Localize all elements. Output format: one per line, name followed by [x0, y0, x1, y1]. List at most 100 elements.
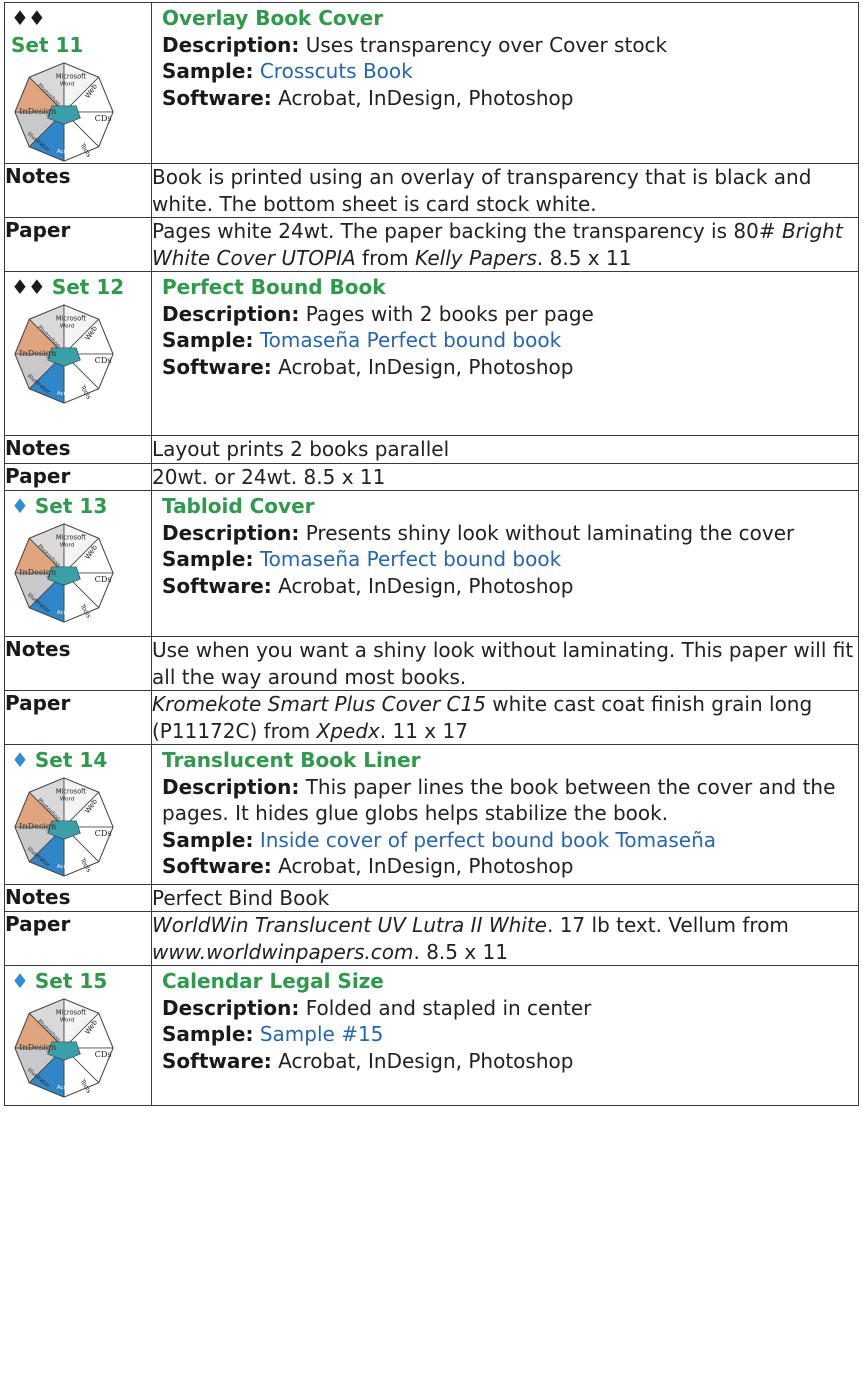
- sample-label: Sample:: [162, 59, 254, 83]
- set-row: ♦ Set 14 Translucent Book Liner Descript…: [4, 744, 859, 885]
- set-number: Set 15: [34, 969, 108, 993]
- priority-diamonds: ♦♦: [11, 6, 46, 30]
- software-line: Software: Acrobat, InDesign, Photoshop: [162, 354, 850, 381]
- notes-text: Use when you want a shiny look without l…: [151, 636, 859, 691]
- set-number: Set 11: [11, 33, 84, 57]
- notes-row: Notes Book is printed using an overlay o…: [4, 163, 859, 218]
- description-text: Folded and stapled in center: [305, 995, 592, 1020]
- software-label: Software:: [162, 1048, 272, 1073]
- paper-text-part: . 8.5 x 11: [536, 245, 632, 270]
- paper-label: Paper: [4, 217, 152, 272]
- software-wheel-icon: [14, 62, 114, 162]
- software-label: Software:: [162, 85, 272, 110]
- set-number: Set 14: [34, 748, 108, 772]
- sample-label: Sample:: [162, 328, 254, 352]
- set-title: Overlay Book Cover: [162, 6, 384, 30]
- description-text: Uses transparency over Cover stock: [305, 32, 668, 57]
- priority-diamonds: ♦: [11, 969, 29, 993]
- software-line: Software: Acrobat, InDesign, Photoshop: [162, 573, 850, 600]
- sample-label: Sample:: [162, 827, 254, 852]
- paper-label: Paper: [4, 690, 152, 745]
- description-line: Description: Uses transparency over Cove…: [162, 32, 850, 59]
- software-wheel-icon: [14, 523, 114, 623]
- set-heading: ♦ Set 14: [11, 747, 151, 774]
- description-line: Description: This paper lines the book b…: [162, 774, 850, 827]
- software-text: Acrobat, InDesign, Photoshop: [278, 854, 574, 878]
- paper-name: WorldWin Translucent UV Lutra II White: [152, 913, 547, 937]
- set-number: Set 13: [34, 494, 108, 518]
- paper-text-part: from: [355, 245, 415, 270]
- set-info-cell: Overlay Book Cover Description: Uses tra…: [151, 2, 859, 164]
- software-wheel-icon: [14, 998, 114, 1098]
- paper-name: Kromekote Smart Plus Cover C15: [152, 692, 486, 716]
- software-text: Acrobat, InDesign, Photoshop: [278, 1048, 574, 1073]
- paper-text: Kromekote Smart Plus Cover C15 white cas…: [151, 690, 859, 745]
- software-line: Software: Acrobat, InDesign, Photoshop: [162, 1048, 850, 1075]
- paper-row: Paper Kromekote Smart Plus Cover C15 whi…: [4, 690, 859, 745]
- sample-link[interactable]: Sample #15: [260, 1022, 384, 1046]
- set-title: Tabloid Cover: [162, 494, 315, 518]
- description-label: Description:: [162, 774, 300, 799]
- sample-line: Sample: Sample #15: [162, 1021, 850, 1048]
- priority-diamonds: ♦: [11, 748, 29, 772]
- notes-label: Notes: [4, 883, 152, 912]
- notes-row: Notes Use when you want a shiny look wit…: [4, 636, 859, 691]
- software-wheel-icon: [14, 304, 114, 404]
- set-title: Translucent Book Liner: [162, 748, 421, 772]
- paper-row: Paper Pages white 24wt. The paper backin…: [4, 217, 859, 272]
- set-heading: ♦ Set 13: [11, 493, 151, 520]
- set-label-cell: ♦♦ Set 11: [4, 2, 152, 164]
- set-label-cell: ♦ Set 13: [4, 490, 152, 637]
- sample-link[interactable]: Tomaseña Perfect bound book: [260, 328, 561, 352]
- sample-label: Sample:: [162, 1022, 254, 1046]
- set-title: Perfect Bound Book: [162, 275, 386, 299]
- set-label-cell: ♦ Set 15: [4, 965, 152, 1106]
- paper-text: 20wt. or 24wt. 8.5 x 11: [151, 462, 859, 491]
- description-line: Description: Folded and stapled in cente…: [162, 995, 850, 1022]
- set-heading: ♦ Set 15: [11, 968, 151, 995]
- priority-diamonds: ♦: [11, 494, 29, 518]
- set-label-cell: ♦ Set 14: [4, 744, 152, 885]
- description-label: Description:: [162, 301, 300, 326]
- description-line: Description: Pages with 2 books per page: [162, 301, 850, 328]
- set-info-cell: Translucent Book Liner Description: This…: [151, 744, 859, 885]
- software-text: Acrobat, InDesign, Photoshop: [278, 354, 574, 379]
- notes-row: Notes Perfect Bind Book: [4, 883, 859, 912]
- software-label: Software:: [162, 854, 272, 878]
- software-label: Software:: [162, 573, 272, 598]
- sample-link[interactable]: Tomaseña Perfect bound book: [260, 547, 561, 571]
- paper-label: Paper: [4, 911, 152, 966]
- description-label: Description:: [162, 995, 300, 1020]
- sample-link[interactable]: Crosscuts Book: [260, 59, 413, 83]
- sample-line: Sample: Tomaseña Perfect bound book: [162, 546, 850, 573]
- set-title: Calendar Legal Size: [162, 969, 384, 993]
- software-text: Acrobat, InDesign, Photoshop: [278, 85, 574, 110]
- software-text: Acrobat, InDesign, Photoshop: [278, 573, 574, 598]
- set-row: ♦ Set 13 Tabloid Cover Description: Pres…: [4, 490, 859, 637]
- notes-text: Book is printed using an overlay of tran…: [151, 163, 859, 218]
- sample-line: Sample: Crosscuts Book: [162, 58, 850, 85]
- software-label: Software:: [162, 354, 272, 379]
- paper-row: Paper 20wt. or 24wt. 8.5 x 11: [4, 462, 859, 491]
- set-info-cell: Perfect Bound Book Description: Pages wi…: [151, 271, 859, 436]
- notes-text: Perfect Bind Book: [151, 883, 859, 912]
- paper-row: Paper WorldWin Translucent UV Lutra II W…: [4, 911, 859, 966]
- description-text: Presents shiny look without laminating t…: [305, 520, 795, 545]
- paper-text: WorldWin Translucent UV Lutra II White. …: [151, 911, 859, 966]
- paper-supplier: Kelly Papers: [414, 245, 537, 270]
- set-heading: ♦♦ Set 12: [11, 274, 151, 301]
- paper-text-part: . 11 x 17: [379, 718, 468, 743]
- set-label-cell: ♦♦ Set 12: [4, 271, 152, 436]
- set-number: Set 12: [51, 275, 125, 299]
- description-line: Description: Presents shiny look without…: [162, 520, 850, 547]
- notes-label: Notes: [4, 435, 152, 464]
- description-label: Description:: [162, 32, 300, 57]
- sample-line: Sample: Tomaseña Perfect bound book: [162, 327, 850, 354]
- sample-link[interactable]: Inside cover of perfect bound book Tomas…: [260, 828, 716, 852]
- sample-label: Sample:: [162, 547, 254, 571]
- paper-label: Paper: [4, 462, 152, 491]
- set-info-cell: Calendar Legal Size Description: Folded …: [151, 965, 859, 1106]
- notes-label: Notes: [4, 636, 152, 691]
- notes-label: Notes: [4, 163, 152, 218]
- set-info-cell: Tabloid Cover Description: Presents shin…: [151, 490, 859, 637]
